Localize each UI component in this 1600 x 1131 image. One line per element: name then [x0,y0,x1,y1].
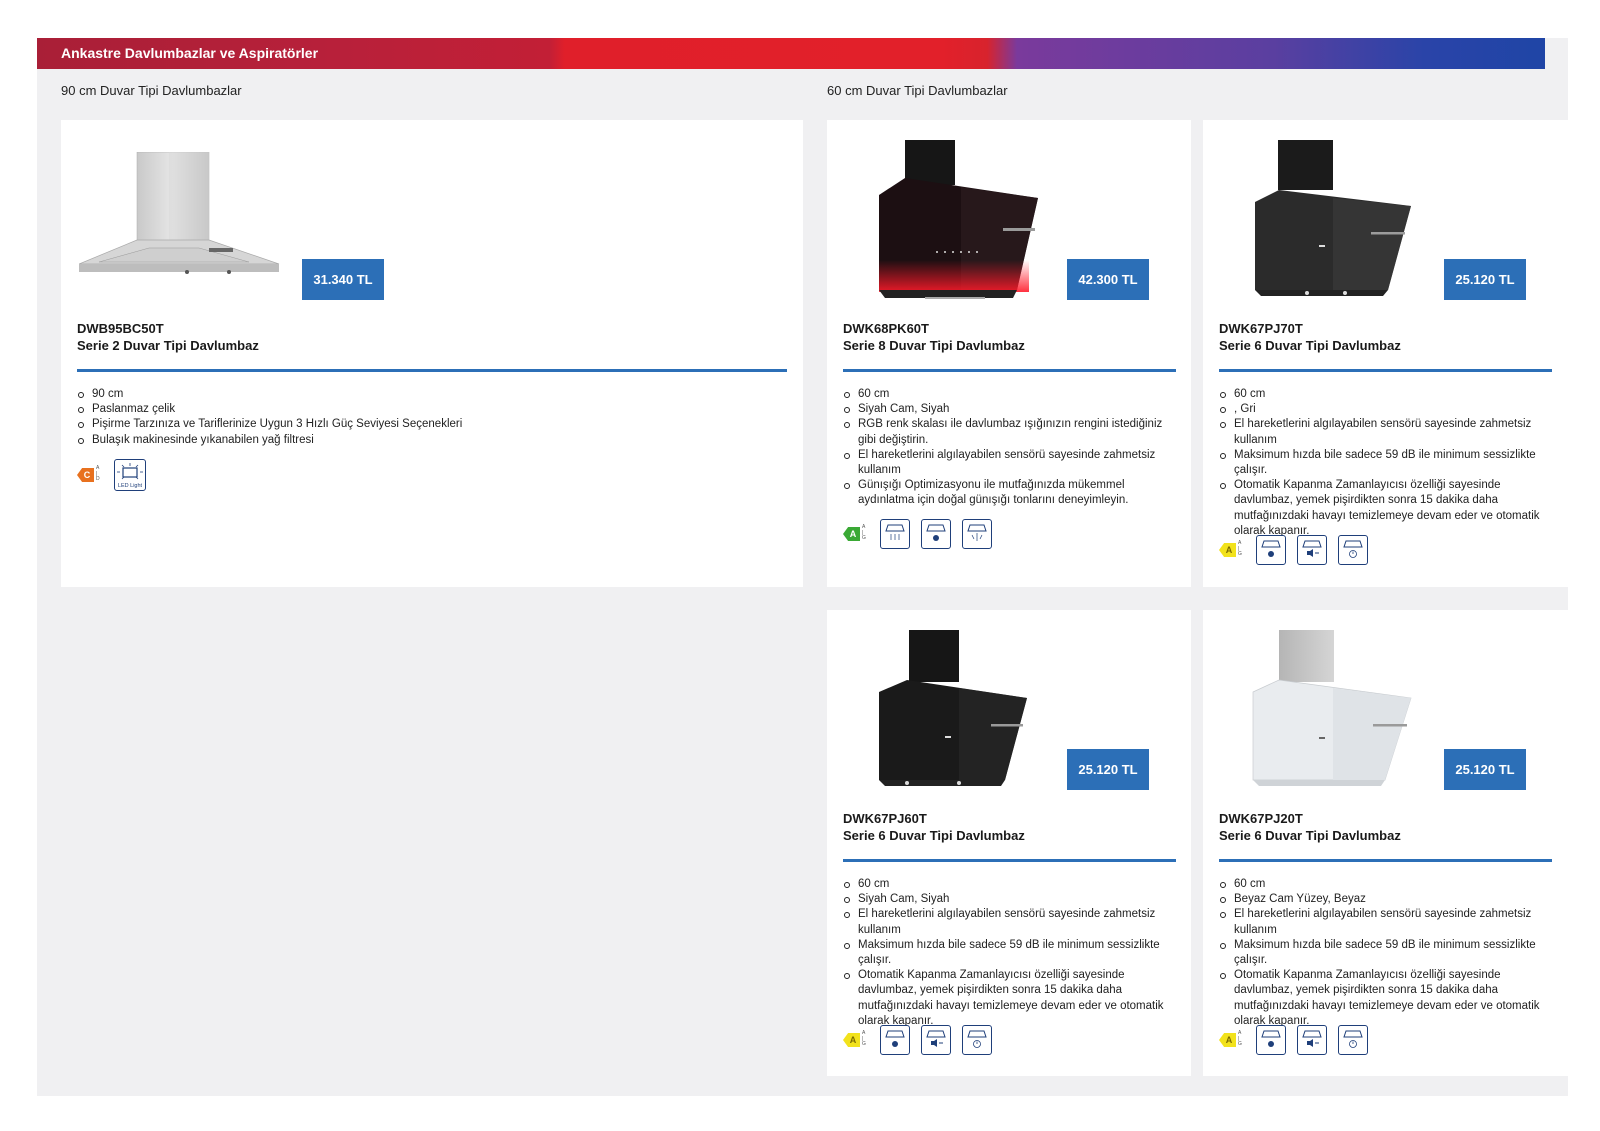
feature-item: RGB renk skalası ile davlumbaz ışığınızı… [843,417,1181,447]
divider [843,369,1176,372]
divider [843,859,1176,862]
feature-item: 90 cm [77,387,777,402]
feature-list: 60 cm Siyah Cam, Siyah RGB renk skalası … [843,387,1181,509]
divider [1219,859,1552,862]
feature-item: Maksimum hızda bile sadece 59 dB ile min… [1219,938,1559,968]
led-light-label: LED Light [117,483,143,489]
section-title-90cm: 90 cm Duvar Tipi Davlumbazlar [61,83,242,98]
hood-sensor-icon [880,1025,910,1055]
feature-item: Beyaz Cam Yüzey, Beyaz [1219,892,1559,907]
feature-item: Otomatik Kapanma Zamanlayıcısı özelliği … [843,968,1183,1029]
energy-label-a-icon: A A | G [1219,1030,1245,1049]
feature-item: Siyah Cam, Siyah [843,892,1183,907]
product-card-dwk68pk60t[interactable]: 42.300 TL DWK68PK60T Serie 8 Duvar Tipi … [827,120,1191,587]
icon-row: A A | G [1219,535,1368,565]
hood-timer-icon [1338,1025,1368,1055]
feature-list: 60 cm Beyaz Cam Yüzey, Beyaz El hareketl… [1219,877,1559,1029]
feature-list: 90 cm Paslanmaz çelik Pişirme Tarzınıza … [77,387,777,448]
hood-silence-icon [921,1025,951,1055]
product-model: DWB95BC50T [77,321,164,336]
feature-item: Bulaşık makinesinde yıkanabilen yağ filt… [77,433,777,448]
header-banner: Ankastre Davlumbazlar ve Aspiratörler [37,38,1545,69]
feature-item: El hareketlerini algılayabilen sensörü s… [843,448,1181,478]
page-title: Ankastre Davlumbazlar ve Aspiratörler [61,45,319,61]
feature-item: El hareketlerini algılayabilen sensörü s… [843,907,1183,937]
energy-label-a-icon: A A | G [843,524,869,543]
energy-label-a-icon: A A | G [843,1030,869,1049]
hood-airflow-icon [880,519,910,549]
feature-item: Paslanmaz çelik [77,402,777,417]
product-card-dwk67pj70t[interactable]: 25.120 TL DWK67PJ70T Serie 6 Duvar Tipi … [1203,120,1568,587]
energy-label-a-icon: A A | G [1219,540,1245,559]
product-card-dwk67pj60t[interactable]: 25.120 TL DWK67PJ60T Serie 6 Duvar Tipi … [827,610,1191,1076]
feature-item: Otomatik Kapanma Zamanlayıcısı özelliği … [1219,968,1559,1029]
product-name: Serie 8 Duvar Tipi Davlumbaz [843,338,1025,353]
product-model: DWK67PJ60T [843,811,927,826]
feature-item: Siyah Cam, Siyah [843,402,1181,417]
product-model: DWK67PJ70T [1219,321,1303,336]
product-card-dwb95bc50t[interactable]: 31.340 TL DWB95BC50T Serie 2 Duvar Tipi … [61,120,803,587]
hood-silence-icon [1297,535,1327,565]
product-name: Serie 6 Duvar Tipi Davlumbaz [843,828,1025,843]
led-light-icon: LED Light [114,459,146,491]
feature-item: , Gri [1219,402,1559,417]
hood-sensor-icon [1256,535,1286,565]
feature-item: Maksimum hızda bile sadece 59 dB ile min… [843,938,1183,968]
icon-row: A A | G [843,519,992,549]
feature-item: 60 cm [843,387,1181,402]
price-badge: 31.340 TL [302,259,384,300]
feature-list: 60 cm Siyah Cam, Siyah El hareketlerini … [843,877,1183,1029]
product-image-angled-hood-rgb [879,140,1038,299]
feature-list: 60 cm , Gri El hareketlerini algılayabil… [1219,387,1559,539]
icon-row: A A | G [1219,1025,1368,1055]
hood-light-icon [962,519,992,549]
product-name: Serie 6 Duvar Tipi Davlumbaz [1219,338,1401,353]
feature-item: 60 cm [1219,877,1559,892]
hood-sensor-icon [921,519,951,549]
product-name: Serie 6 Duvar Tipi Davlumbaz [1219,828,1401,843]
price-badge: 25.120 TL [1067,749,1149,790]
product-model: DWK67PJ20T [1219,811,1303,826]
feature-item: Otomatik Kapanma Zamanlayıcısı özelliği … [1219,478,1559,539]
product-image-angled-hood-black [879,630,1027,786]
icon-row: C A | D LED Light [77,459,146,491]
feature-item: Pişirme Tarzınıza ve Tariflerinize Uygun… [77,417,777,432]
divider [1219,369,1552,372]
feature-item: Günışığı Optimizasyonu ile mutfağınızda … [843,478,1181,508]
hood-silence-icon [1297,1025,1327,1055]
feature-item: Maksimum hızda bile sadece 59 dB ile min… [1219,448,1559,478]
price-badge: 25.120 TL [1444,259,1526,300]
product-image-chimney-hood [79,152,280,274]
feature-item: El hareketlerini algılayabilen sensörü s… [1219,907,1559,937]
hood-sensor-icon [1256,1025,1286,1055]
product-card-dwk67pj20t[interactable]: 25.120 TL DWK67PJ20T Serie 6 Duvar Tipi … [1203,610,1568,1076]
feature-item: El hareketlerini algılayabilen sensörü s… [1219,417,1559,447]
feature-item: 60 cm [1219,387,1559,402]
price-badge: 25.120 TL [1444,749,1526,790]
feature-item: 60 cm [843,877,1183,892]
product-image-angled-hood-grey [1255,140,1411,296]
section-title-60cm: 60 cm Duvar Tipi Davlumbazlar [827,83,1008,98]
price-badge: 42.300 TL [1067,259,1149,300]
product-image-angled-hood-white [1252,630,1412,786]
hood-timer-icon [1338,535,1368,565]
product-name: Serie 2 Duvar Tipi Davlumbaz [77,338,259,353]
energy-label-c-icon: C A | D [77,465,103,484]
icon-row: A A | G [843,1025,992,1055]
divider [77,369,787,372]
hood-timer-icon [962,1025,992,1055]
product-model: DWK68PK60T [843,321,929,336]
